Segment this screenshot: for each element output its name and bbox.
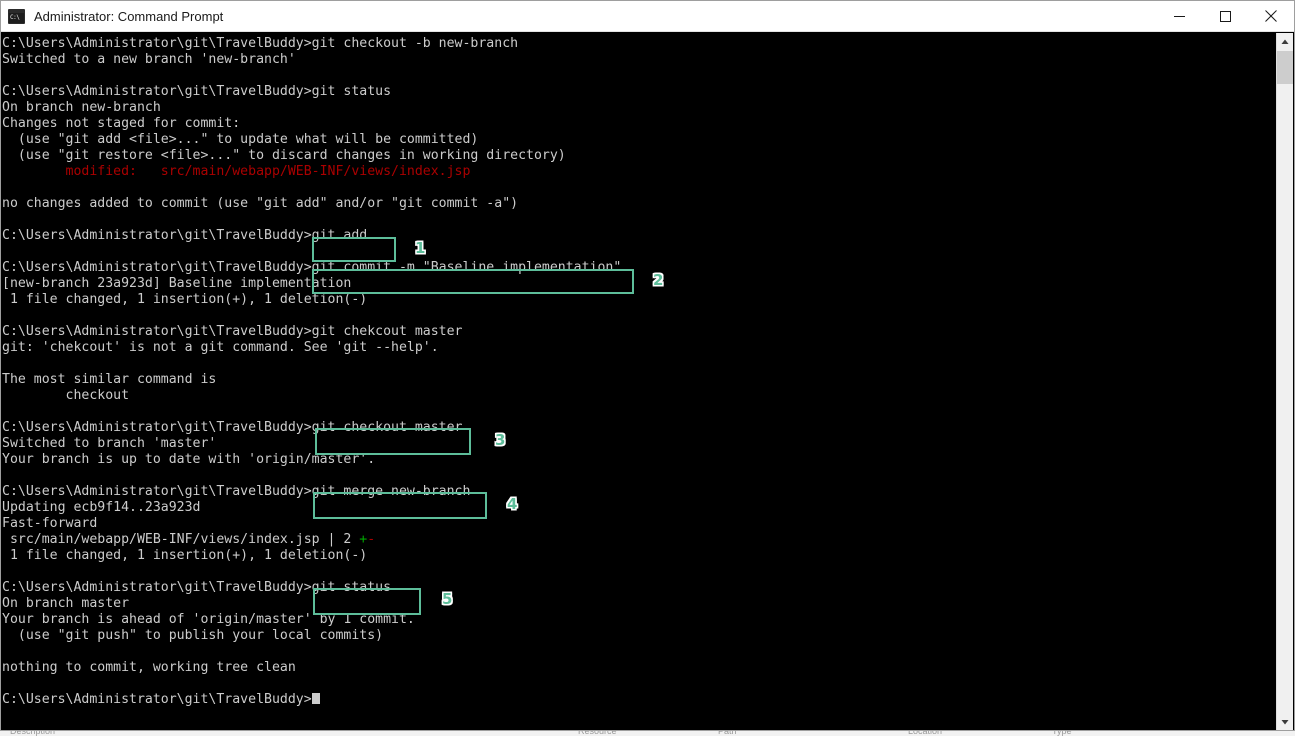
terminal-line: Changes not staged for commit:	[2, 116, 621, 132]
terminal-line: Switched to a new branch 'new-branch'	[2, 52, 621, 68]
terminal-line-text: (use "git push" to publish your local co…	[2, 628, 384, 643]
terminal-line: C:\Users\Administrator\git\TravelBuddy>g…	[2, 324, 621, 340]
minimize-button[interactable]	[1156, 1, 1202, 31]
maximize-button[interactable]	[1202, 1, 1248, 31]
terminal-line-text: Switched to a new branch 'new-branch'	[2, 52, 296, 67]
terminal-line-text: Changes not staged for commit:	[2, 116, 241, 131]
terminal-line: checkout	[2, 388, 621, 404]
close-icon	[1265, 10, 1277, 22]
terminal-line-text: checkout	[2, 388, 130, 403]
terminal-line: nothing to commit, working tree clean	[2, 660, 621, 676]
terminal-output-area[interactable]: C:\Users\Administrator\git\TravelBuddy> g…	[2, 33, 1278, 730]
annotation-number-2: 2	[653, 271, 664, 289]
terminal-line: C:\Users\Administrator\git\TravelBuddy>	[2, 692, 621, 708]
terminal-line: On branch master	[2, 596, 621, 612]
terminal-line: C:\Users\Administrator\git\TravelBuddy>g…	[2, 84, 621, 100]
terminal-line: Switched to branch 'master'	[2, 436, 621, 452]
terminal-line-text: Your branch is ahead of 'origin/master' …	[2, 612, 415, 627]
terminal-line: Your branch is up to date with 'origin/m…	[2, 452, 621, 468]
terminal-line-text: On branch new-branch	[2, 100, 161, 115]
scroll-up-arrow-icon	[1281, 39, 1289, 44]
terminal-line: src/main/webapp/WEB-INF/views/index.jsp …	[2, 532, 621, 548]
terminal-line: git: 'chekcout' is not a git command. Se…	[2, 340, 621, 356]
terminal-line: C:\Users\Administrator\git\TravelBuddy>g…	[2, 228, 621, 244]
terminal-line-text: Your branch is up to date with 'origin/m…	[2, 452, 376, 467]
terminal-line-text: C:\Users\Administrator\git\TravelBuddy>g…	[2, 580, 392, 595]
terminal-line-text: src/main/webapp/WEB-INF/views/index.jsp …	[2, 532, 360, 547]
terminal-line: On branch new-branch	[2, 100, 621, 116]
terminal-line-text: C:\Users\Administrator\git\TravelBuddy>g…	[2, 260, 622, 275]
terminal-line: no changes added to commit (use "git add…	[2, 196, 621, 212]
vertical-scrollbar[interactable]	[1276, 33, 1293, 730]
terminal-line-text: 1 file changed, 1 insertion(+), 1 deleti…	[2, 548, 368, 563]
terminal-line: C:\Users\Administrator\git\TravelBuddy>g…	[2, 580, 621, 596]
cmd-icon-prompt: C:\	[9, 12, 24, 23]
terminal-line-text: Fast-forward	[2, 516, 98, 531]
terminal-line-text: C:\Users\Administrator\git\TravelBuddy>	[2, 692, 312, 707]
terminal-line: C:\Users\Administrator\git\TravelBuddy>g…	[2, 420, 621, 436]
terminal-line: modified: src/main/webapp/WEB-INF/views/…	[2, 164, 621, 180]
terminal-line: Your branch is ahead of 'origin/master' …	[2, 612, 621, 628]
scrollbar-thumb[interactable]	[1277, 51, 1293, 84]
terminal-line-text: nothing to commit, working tree clean	[2, 660, 296, 675]
terminal-line: (use "git add <file>..." to update what …	[2, 132, 621, 148]
terminal-line-text: On branch master	[2, 596, 130, 611]
terminal-line-text: no changes added to commit (use "git add…	[2, 196, 519, 211]
terminal-line: Fast-forward	[2, 516, 621, 532]
terminal-line: The most similar command is	[2, 372, 621, 388]
terminal-line-text: Updating ecb9f14..23a923d	[2, 500, 201, 515]
terminal-line: [new-branch 23a923d] Baseline implementa…	[2, 276, 621, 292]
cmd-icon: C:\	[8, 8, 25, 24]
minimize-icon	[1173, 15, 1185, 17]
scroll-down-arrow-icon	[1281, 719, 1289, 724]
terminal-line-text: 1 file changed, 1 insertion(+), 1 deleti…	[2, 292, 368, 307]
command-prompt-window: C:\ Administrator: Command Prompt C:\Use…	[0, 0, 1295, 731]
terminal-line-text: C:\Users\Administrator\git\TravelBuddy>g…	[2, 84, 392, 99]
terminal-line: 1 file changed, 1 insertion(+), 1 deleti…	[2, 548, 621, 564]
terminal-line-text: (use "git add <file>..." to update what …	[2, 132, 479, 147]
terminal-cursor	[311, 693, 320, 704]
window-title: Administrator: Command Prompt	[34, 8, 224, 24]
terminal-line-text: C:\Users\Administrator\git\TravelBuddy>g…	[2, 324, 463, 339]
maximize-icon	[1219, 10, 1231, 22]
title-bar[interactable]: C:\ Administrator: Command Prompt	[1, 1, 1294, 32]
terminal-line-text: C:\Users\Administrator\git\TravelBuddy>g…	[2, 420, 463, 435]
terminal-line-text: The most similar command is	[2, 372, 217, 387]
terminal-line: C:\Users\Administrator\git\TravelBuddy>g…	[2, 36, 621, 52]
terminal-line: 1 file changed, 1 insertion(+), 1 deleti…	[2, 292, 621, 308]
terminal-line: Updating ecb9f14..23a923d	[2, 500, 621, 516]
diffstat-minus: -	[367, 532, 376, 547]
terminal-line-text: Switched to branch 'master'	[2, 436, 217, 451]
terminal-text: C:\Users\Administrator\git\TravelBuddy> g…	[2, 36, 621, 708]
terminal-line-text: C:\Users\Administrator\git\TravelBuddy>g…	[2, 484, 471, 499]
terminal-line-text: (use "git restore <file>..." to discard …	[2, 148, 566, 163]
terminal-line: C:\Users\Administrator\git\TravelBuddy>g…	[2, 260, 621, 276]
close-button[interactable]	[1248, 1, 1294, 31]
scroll-up-button[interactable]	[1277, 33, 1293, 50]
terminal-line-text: modified: src/main/webapp/WEB-INF/views/…	[2, 164, 471, 179]
terminal-line-text: C:\Users\Administrator\git\TravelBuddy>g…	[2, 228, 384, 243]
terminal-line-text: git: 'chekcout' is not a git command. Se…	[2, 340, 439, 355]
terminal-line: C:\Users\Administrator\git\TravelBuddy>g…	[2, 484, 621, 500]
terminal-line-text: [new-branch 23a923d] Baseline implementa…	[2, 276, 352, 291]
terminal-line: (use "git push" to publish your local co…	[2, 628, 621, 644]
terminal-line-text: C:\Users\Administrator\git\TravelBuddy>g…	[2, 36, 519, 51]
scroll-down-button[interactable]	[1277, 713, 1293, 730]
terminal-line: (use "git restore <file>..." to discard …	[2, 148, 621, 164]
